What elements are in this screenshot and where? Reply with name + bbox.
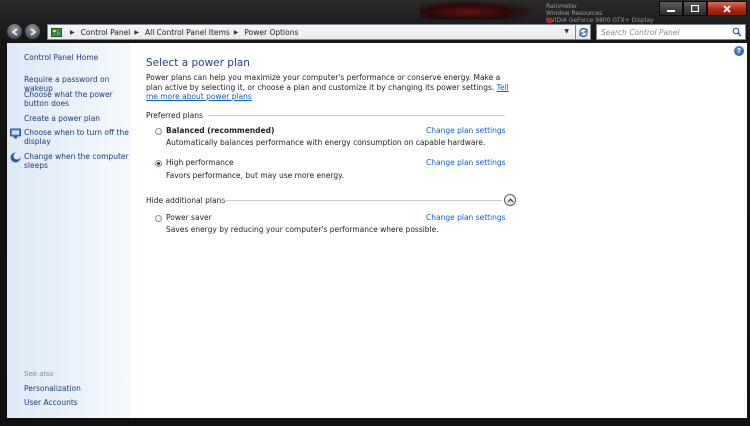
background-text-line: Rainmeter <box>546 3 578 10</box>
sidebar: Control Panel Home Require a password on… <box>7 43 131 418</box>
see-also-personalization[interactable]: Personalization <box>24 384 132 393</box>
maximize-icon <box>691 5 699 12</box>
arrow-right-icon <box>30 27 36 36</box>
arrow-left-icon <box>11 27 17 36</box>
desktop-background-decoration <box>420 0 540 20</box>
sidebar-item-power-button[interactable]: Choose what the power button does <box>24 90 132 108</box>
content-area: Control Panel Home Require a password on… <box>7 43 747 418</box>
change-plan-settings-balanced[interactable]: Change plan settings <box>426 126 506 135</box>
plan-description-balanced: Automatically balances performance with … <box>166 138 486 147</box>
search-input[interactable] <box>597 25 725 39</box>
moon-icon <box>10 152 21 163</box>
sidebar-item-computer-sleeps[interactable]: Change when the computer sleeps <box>24 152 132 170</box>
window-bottom-border <box>0 418 750 426</box>
radio-power-saver[interactable] <box>155 215 162 222</box>
breadcrumb-separator[interactable]: ▶ <box>70 29 75 36</box>
radio-balanced[interactable] <box>155 128 162 135</box>
close-icon <box>723 4 731 13</box>
page-title: Select a power plan <box>146 57 250 69</box>
divider <box>221 200 502 201</box>
see-also-label: See also <box>24 370 54 378</box>
breadcrumb-separator[interactable]: ▶ <box>234 29 239 36</box>
chevron-up-icon <box>507 197 513 202</box>
monitor-icon <box>10 128 21 139</box>
plan-description-high-performance: Favors performance, but may use more ene… <box>166 171 344 180</box>
plan-name-power-saver[interactable]: Power saver <box>166 213 212 222</box>
plan-description-power-saver: Saves energy by reducing your computer's… <box>166 225 439 234</box>
see-also-user-accounts[interactable]: User Accounts <box>24 398 132 407</box>
breadcrumb-separator[interactable]: ▶ <box>134 29 139 36</box>
navigation-bar: ▶ Control Panel ▶ All Control Panel Item… <box>0 21 750 43</box>
address-dropdown-icon[interactable]: ▼ <box>564 28 569 35</box>
breadcrumb-control-panel[interactable]: Control Panel <box>81 28 131 37</box>
search-box <box>596 24 746 40</box>
change-plan-settings-high-performance[interactable]: Change plan settings <box>426 158 506 167</box>
main-panel: Select a power plan Power plans can help… <box>146 43 746 418</box>
preferred-plans-header: Preferred plans <box>146 111 203 120</box>
change-plan-settings-power-saver[interactable]: Change plan settings <box>426 213 506 222</box>
plan-name-balanced[interactable]: Balanced (recommended) <box>166 126 274 135</box>
sidebar-home-link[interactable]: Control Panel Home <box>24 53 132 62</box>
forward-button[interactable] <box>24 23 41 40</box>
radio-high-performance[interactable] <box>155 160 162 167</box>
refresh-icon <box>578 27 588 37</box>
minimize-icon <box>667 9 675 12</box>
close-button[interactable] <box>707 1 747 16</box>
window-frame: Rainmeter Window Resources NVIDIA GeForc… <box>0 0 750 426</box>
plan-name-high-performance[interactable]: High performance <box>166 158 234 167</box>
refresh-button[interactable] <box>575 24 591 40</box>
intro-text: Power plans can help you maximize your c… <box>146 73 516 102</box>
control-panel-icon <box>51 27 62 37</box>
address-bar[interactable]: ▶ Control Panel ▶ All Control Panel Item… <box>47 24 590 40</box>
minimize-button[interactable] <box>659 1 683 16</box>
divider <box>208 115 505 116</box>
background-text-line: Window Resources <box>546 10 603 17</box>
breadcrumb-power-options[interactable]: Power Options <box>244 28 298 37</box>
hide-additional-plans-header[interactable]: Hide additional plans <box>146 196 225 205</box>
search-icon[interactable] <box>732 27 742 37</box>
sidebar-item-create-plan[interactable]: Create a power plan <box>24 114 132 123</box>
breadcrumb-all-items[interactable]: All Control Panel Items <box>145 28 230 37</box>
back-button[interactable] <box>6 23 23 40</box>
sidebar-item-turn-off-display[interactable]: Choose when to turn off the display <box>24 128 132 146</box>
collapse-button[interactable] <box>504 194 516 206</box>
window-caption-buttons <box>659 1 747 16</box>
nav-buttons <box>6 23 44 40</box>
intro-paragraph: Power plans can help you maximize your c… <box>146 73 501 92</box>
maximize-button[interactable] <box>683 1 707 16</box>
